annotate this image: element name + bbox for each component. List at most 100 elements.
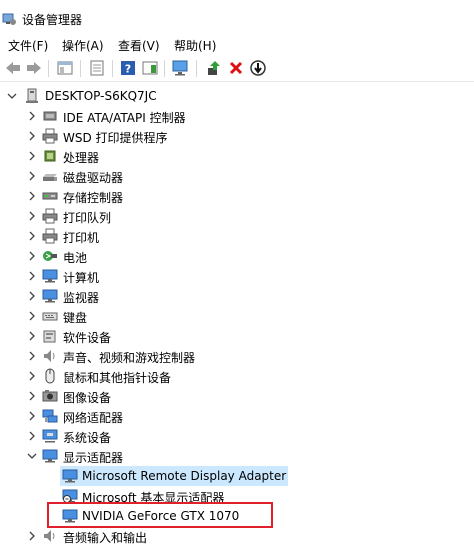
display-adapter-icon <box>42 449 58 463</box>
console-tree-icon <box>57 61 73 75</box>
category-camera[interactable]: 图像设备 <box>0 386 474 406</box>
category-keyboard[interactable]: 键盘 <box>0 306 474 326</box>
expand-chevron-icon[interactable] <box>27 330 37 342</box>
computer-icon <box>42 269 58 283</box>
category-audio-io[interactable]: 音频输入和输出 <box>0 526 474 546</box>
category-monitor[interactable]: 监视器 <box>0 286 474 306</box>
category-software-device[interactable]: 软件设备 <box>0 326 474 346</box>
expand-chevron-icon[interactable] <box>27 190 37 202</box>
category-label: 计算机 <box>63 271 100 285</box>
category-label: 存储控制器 <box>63 191 124 205</box>
monitor-icon <box>42 289 58 303</box>
expand-chevron-icon[interactable] <box>27 370 37 382</box>
expand-chevron-icon[interactable] <box>27 350 37 362</box>
expand-chevron-icon[interactable] <box>27 530 37 542</box>
collapse-chevron-icon[interactable] <box>7 90 17 102</box>
menu-view[interactable]: 查看(V) <box>118 37 160 54</box>
category-system-device[interactable]: 系统设备 <box>0 426 474 446</box>
category-label: 声音、视频和游戏控制器 <box>63 351 196 365</box>
toolbar: ? <box>0 57 474 82</box>
category-label: 监视器 <box>63 291 100 305</box>
category-label: 处理器 <box>63 151 100 165</box>
device-manager-icon <box>2 13 16 25</box>
toolbar-separator <box>164 60 165 77</box>
expand-chevron-icon[interactable] <box>27 130 37 142</box>
category-processor[interactable]: 处理器 <box>0 146 474 166</box>
update-driver-button[interactable] <box>205 59 223 77</box>
disk-drive-icon <box>43 174 57 181</box>
category-label: 电池 <box>63 251 88 265</box>
title-bar: 设备管理器 <box>0 0 474 32</box>
category-ide-controller[interactable]: IDE ATA/ATAPI 控制器 <box>0 106 474 126</box>
camera-icon <box>42 390 58 402</box>
category-disk-drive[interactable]: 磁盘驱动器 <box>0 166 474 186</box>
expand-chevron-icon[interactable] <box>27 170 37 182</box>
menu-help[interactable]: 帮助(H) <box>174 37 216 54</box>
category-label: 打印机 <box>63 231 100 245</box>
expand-chevron-icon[interactable] <box>27 110 37 122</box>
computer-icon <box>26 88 38 103</box>
scan-hardware-button[interactable] <box>172 59 190 77</box>
show-hide-tree-button[interactable] <box>56 59 74 77</box>
disable-device-button[interactable] <box>249 59 267 77</box>
expand-chevron-icon[interactable] <box>27 290 37 302</box>
printer-icon <box>42 128 58 144</box>
speaker-icon <box>44 350 55 362</box>
category-computer[interactable]: 计算机 <box>0 266 474 286</box>
highlight-annotation-box <box>47 502 273 528</box>
menu-action[interactable]: 操作(A) <box>62 37 104 54</box>
uninstall-button[interactable] <box>227 59 245 77</box>
toolbar-separator <box>112 60 113 77</box>
category-printer[interactable]: WSD 打印提供程序 <box>0 126 474 146</box>
svg-text:?: ? <box>125 63 131 76</box>
expand-chevron-icon[interactable] <box>27 270 37 282</box>
keyboard-icon <box>42 312 58 321</box>
expand-chevron-icon[interactable] <box>27 310 37 322</box>
device-tree: DESKTOP-S6KQ7JC IDE ATA/ATAPI 控制器 WSD 打印提… <box>0 86 474 555</box>
category-label: 音频输入和输出 <box>63 531 148 545</box>
help-button[interactable]: ? <box>119 59 137 77</box>
device-remote-display-adapter[interactable]: Microsoft Remote Display Adapter <box>60 466 288 486</box>
category-label: 软件设备 <box>63 331 112 345</box>
category-label: 打印队列 <box>63 211 112 225</box>
category-label: 键盘 <box>63 311 88 325</box>
expand-chevron-icon[interactable] <box>27 410 37 422</box>
software-device-icon <box>43 330 56 343</box>
expand-chevron-icon[interactable] <box>27 390 37 402</box>
category-printer[interactable]: 打印队列 <box>0 206 474 226</box>
expand-chevron-icon[interactable] <box>27 210 37 222</box>
action-pane-button[interactable] <box>141 59 159 77</box>
toolbar-separator <box>48 60 49 77</box>
collapse-chevron-icon[interactable] <box>27 450 37 462</box>
expand-chevron-icon[interactable] <box>27 150 37 162</box>
window-title: 设备管理器 <box>22 13 83 27</box>
disable-down-arrow-icon <box>250 60 266 76</box>
category-network-adapter[interactable]: 网络适配器 <box>0 406 474 426</box>
category-printer[interactable]: 打印机 <box>0 226 474 246</box>
category-label: 图像设备 <box>63 391 112 405</box>
action-pane-icon <box>142 61 158 75</box>
red-x-icon <box>229 61 243 75</box>
category-label: 磁盘驱动器 <box>63 171 124 185</box>
category-battery[interactable]: 电池 <box>0 246 474 266</box>
expand-chevron-icon[interactable] <box>27 430 37 442</box>
category-storage-controller[interactable]: 存储控制器 <box>0 186 474 206</box>
storage-controller-icon <box>42 192 58 200</box>
category-speaker[interactable]: 声音、视频和游戏控制器 <box>0 346 474 366</box>
category-mouse[interactable]: 鼠标和其他指针设备 <box>0 366 474 386</box>
computer-name: DESKTOP-S6KQ7JC <box>45 89 157 103</box>
category-display-adapters[interactable]: 显示适配器 <box>0 446 474 466</box>
tree-root[interactable]: DESKTOP-S6KQ7JC <box>0 86 474 106</box>
properties-button[interactable] <box>88 59 106 77</box>
menu-file[interactable]: 文件(F) <box>8 37 48 54</box>
category-label: 网络适配器 <box>63 411 124 425</box>
expand-chevron-icon[interactable] <box>27 250 37 262</box>
device-label: Microsoft Remote Display Adapter <box>82 469 287 483</box>
processor-icon <box>44 150 56 162</box>
network-adapter-icon <box>42 409 58 423</box>
back-arrow-icon <box>6 62 20 74</box>
expand-chevron-icon[interactable] <box>27 230 37 242</box>
back-button[interactable] <box>4 59 22 77</box>
properties-icon <box>90 60 104 76</box>
forward-button[interactable] <box>25 59 43 77</box>
